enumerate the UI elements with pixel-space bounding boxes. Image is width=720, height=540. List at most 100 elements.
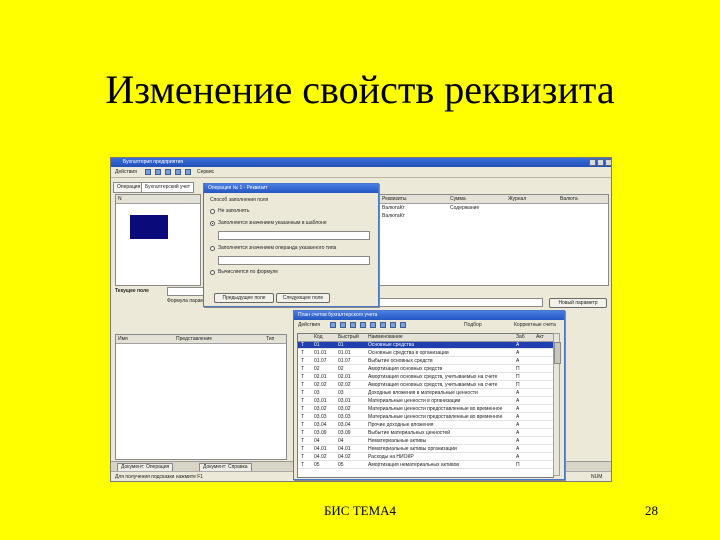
filter-icon[interactable]	[370, 322, 376, 328]
field-properties-title: Операция № 1 - Реквизит	[204, 184, 378, 193]
account-cell-name: Материальные ценности предоставленные во…	[368, 406, 503, 412]
tab-accounting[interactable]: Бухгалтерский учет	[141, 182, 195, 193]
operand-field[interactable]	[218, 256, 370, 265]
account-row[interactable]: Т 03.04 03.04 Прочие доходные вложения А	[298, 422, 553, 429]
account-cell-name: Выбытие основных средств	[368, 358, 433, 364]
account-cell-name: Материальные ценности в организации	[368, 398, 461, 404]
account-cell-name: Прочие доходные вложения	[368, 422, 434, 428]
chart-of-accounts-title: План счетов бухгалтерского учета	[294, 311, 564, 320]
current-field-label: Текущее поле	[115, 288, 149, 294]
account-cell-code: 03.03	[314, 414, 327, 420]
refresh-icon[interactable]	[155, 169, 161, 175]
account-cell-name: Нематериальные активы организации	[368, 446, 457, 452]
account-cell-zab: А	[516, 414, 520, 420]
account-type-icon: Т	[301, 382, 305, 388]
accounts-actions-menu[interactable]: Действия	[298, 322, 320, 329]
account-cell-name: Амортизация основных средств	[368, 366, 443, 372]
add-icon[interactable]	[330, 322, 336, 328]
selected-cell[interactable]	[130, 215, 168, 239]
account-cell-zab: А	[516, 390, 520, 396]
right-row-0-col-0: ВалютаКт	[382, 205, 405, 211]
right-col-1: Сумма	[450, 196, 466, 202]
close-icon[interactable]	[605, 159, 611, 166]
prev-field-button[interactable]: Предыдущее поле	[214, 293, 274, 303]
page-number: 28	[645, 503, 658, 518]
account-cell-code: 02.01	[314, 374, 327, 380]
account-cell-quick: 03.04	[338, 422, 351, 428]
delete-icon[interactable]	[175, 169, 181, 175]
account-row[interactable]: Т 03 03 Доходные вложения в материальные це…	[298, 390, 553, 397]
accounts-toolbar: Действия Подбор Корректные счета	[294, 321, 564, 331]
account-cell-quick: 02.01	[338, 374, 351, 380]
right-grid[interactable]: Реквизиты Сумма Журнал Валюта ВалютаКт С…	[379, 194, 609, 286]
account-row[interactable]: Т 03.02 03.02 Материальные ценности предост…	[298, 406, 553, 413]
next-field-button[interactable]: Следующее поле	[276, 293, 330, 303]
account-row[interactable]: Т 01.01 01.01 Основные средства в организац…	[298, 350, 553, 357]
account-row[interactable]: Т 03.03 03.03 Материальные ценности предост…	[298, 414, 553, 421]
edit-icon[interactable]	[350, 322, 356, 328]
account-row[interactable]: Т 01.07 01.07 Выбытие основных средств А	[298, 358, 553, 365]
account-cell-quick: 03.09	[338, 430, 351, 436]
delete-icon[interactable]	[360, 322, 366, 328]
right-col-0: Реквизиты	[382, 196, 407, 202]
save-icon[interactable]	[145, 169, 151, 175]
account-row[interactable]: Т 05 05 Амортизация нематериальных активов П	[298, 462, 553, 469]
column-code: Код	[314, 334, 323, 340]
account-row[interactable]: Т 02.02 02.02 Амортизация основных средств,…	[298, 382, 553, 389]
option-radio-1[interactable]	[210, 221, 215, 226]
find-icon[interactable]	[400, 322, 406, 328]
minimize-icon[interactable]	[589, 159, 596, 166]
field-properties-dialog: Операция № 1 - Реквизит Способ заполнени…	[203, 183, 379, 307]
account-row[interactable]: Т 04.01 04.01 Нематериальные активы организ…	[298, 446, 553, 453]
account-cell-zab: А	[516, 358, 520, 364]
option-radio-2[interactable]	[210, 246, 215, 251]
parameters-header: Имя Представление Тип	[116, 335, 286, 344]
account-row[interactable]: Т 04.02 04.02 Расходы на НИОКР А	[298, 454, 553, 461]
status-hint: Для получения подсказки нажмите F1	[115, 474, 204, 480]
settings-icon[interactable]	[185, 169, 191, 175]
account-cell-zab: А	[516, 454, 520, 460]
right-row-1-col-0: ВалютаКт	[382, 213, 405, 219]
column-name: Наименование	[368, 334, 403, 340]
new-parameter-button[interactable]: Новый параметр	[549, 298, 607, 308]
account-row[interactable]: Т 02 02 Амортизация основных средств П	[298, 366, 553, 373]
account-cell-zab: А	[516, 422, 520, 428]
service-menu[interactable]: Сервис	[197, 169, 214, 176]
scrollbar-thumb[interactable]	[554, 342, 561, 364]
account-cell-zab: А	[516, 430, 520, 436]
option-radio-0[interactable]	[210, 209, 215, 214]
parameters-panel[interactable]: Имя Представление Тип	[115, 334, 287, 460]
tab-operation[interactable]: Операция	[113, 182, 145, 193]
account-cell-quick: 03.03	[338, 414, 351, 420]
actions-menu[interactable]: Действия	[115, 169, 137, 176]
account-cell-code: 02.02	[314, 382, 327, 388]
accounts-grid[interactable]: Код Быстрый Наименование Заб Акт Т 01 01 Ос…	[297, 333, 554, 478]
template-value-field[interactable]	[218, 231, 370, 240]
account-cell-name: Выбытие материальных ценностей	[368, 430, 451, 436]
accounts-scrollbar[interactable]	[553, 333, 561, 476]
account-row[interactable]: Т 02.01 02.01 Амортизация основных средств,…	[298, 374, 553, 381]
tree-icon[interactable]	[390, 322, 396, 328]
quick-accounts-button[interactable]: Корректные счета	[514, 322, 556, 329]
mode-menu[interactable]: Подбор	[464, 322, 482, 329]
option-radio-3[interactable]	[210, 270, 215, 275]
account-cell-quick: 01	[338, 342, 344, 348]
account-row[interactable]: Т 03.09 03.09 Выбытие материальных ценносте…	[298, 430, 553, 437]
account-type-icon: Т	[301, 358, 305, 364]
left-grid[interactable]: N	[115, 194, 201, 286]
copy-icon[interactable]	[165, 169, 171, 175]
account-cell-zab: А	[516, 398, 520, 404]
account-row[interactable]: Т 03.01 03.01 Материальные ценности в орган…	[298, 398, 553, 405]
account-row[interactable]: Т 04 04 Нематериальные активы А	[298, 438, 553, 445]
current-field-value[interactable]	[167, 287, 205, 296]
account-cell-name: Амортизация основных средств, учитываемы…	[368, 382, 498, 388]
account-row[interactable]: Т 01 01 Основные средства А	[298, 342, 553, 349]
account-cell-quick: 04.02	[338, 454, 351, 460]
add-folder-icon[interactable]	[340, 322, 346, 328]
slide-footer: БИС ТЕМА4	[323, 503, 397, 518]
account-type-icon: Т	[301, 374, 305, 380]
maximize-icon[interactable]	[597, 159, 604, 166]
window-title-bar: Бухгалтерия предприятия	[111, 158, 611, 167]
account-cell-name: Доходные вложения в материальные ценност…	[368, 390, 478, 396]
sort-icon[interactable]	[380, 322, 386, 328]
